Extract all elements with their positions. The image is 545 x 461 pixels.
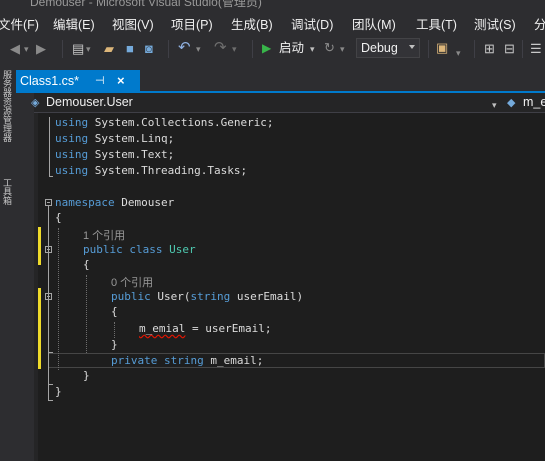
outline-end — [48, 352, 53, 353]
field-icon: ◆ — [507, 97, 516, 109]
outline-end — [49, 176, 53, 177]
left-tool-strip: 服务器资源管理器 工具箱 — [0, 64, 12, 461]
format-document-icon[interactable]: ⊞ — [484, 42, 495, 56]
save-all-icon[interactable]: ◙ — [145, 42, 153, 56]
standard-toolbar: ◀ ▾ ▶ ▤ ▾ ▰ ■ ◙ ↶ ▾ ↷ ▾ ▶ 启动 ▾ ↻ ▾ Debug… — [0, 34, 545, 64]
menu-file[interactable]: 文件(F) — [0, 14, 39, 33]
code-line: using System.Threading.Tasks; — [55, 164, 248, 177]
undo-dropdown-icon[interactable]: ▾ — [196, 42, 201, 56]
outline-end — [48, 400, 53, 401]
collapse-class-icon[interactable] — [45, 246, 52, 253]
toolbar-separator — [168, 40, 169, 58]
code-line: { — [111, 305, 118, 318]
code-line: m_emial = userEmail; — [139, 322, 272, 335]
code-line: using System.Text; — [55, 148, 175, 161]
outline-end — [48, 384, 53, 385]
panel-gutter — [12, 64, 34, 461]
indicator-margin — [34, 113, 38, 461]
code-line: private string m_email; — [111, 354, 264, 367]
document-tab-strip: Class1.cs* ⊣ × — [12, 64, 545, 91]
class-icon: ◈ — [31, 97, 40, 109]
new-project-icon[interactable]: ▤ — [72, 42, 84, 56]
member-dropdown[interactable]: m_e — [523, 95, 545, 109]
error-identifier: m_emial — [139, 322, 186, 335]
code-line: } — [55, 385, 62, 398]
back-icon[interactable]: ◀ — [10, 42, 20, 56]
toolbar-separator — [62, 40, 63, 58]
outline-line — [49, 117, 50, 177]
code-line: namespace Demouser — [55, 196, 175, 209]
outline-line — [48, 206, 49, 401]
change-bar — [38, 288, 41, 369]
navigation-bar: ◈ Demouser.User ▾ ◆ m_e — [31, 93, 545, 113]
code-line: } — [83, 369, 90, 382]
save-icon[interactable]: ■ — [126, 42, 134, 56]
tab-class1-cs[interactable]: Class1.cs* ⊣ × — [16, 70, 140, 91]
pin-icon[interactable]: ⊣ — [95, 74, 105, 87]
menu-tools[interactable]: 工具(T) — [416, 14, 457, 33]
menu-project[interactable]: 项目(P) — [171, 14, 213, 33]
collapse-constructor-icon[interactable] — [45, 293, 52, 300]
forward-icon[interactable]: ▶ — [36, 42, 46, 56]
back-dropdown-icon[interactable]: ▾ — [24, 42, 29, 56]
menu-bar: 文件(F) 编辑(E) 视图(V) 项目(P) 生成(B) 调试(D) 团队(M… — [0, 10, 545, 34]
chevron-down-icon[interactable]: ▾ — [492, 98, 497, 112]
tab-label: Class1.cs* — [20, 74, 80, 88]
menu-test[interactable]: 测试(S) — [474, 14, 516, 33]
menu-analyze[interactable]: 分 — [534, 14, 545, 33]
toolbar-separator — [428, 40, 429, 58]
type-dropdown[interactable]: Demouser.User — [46, 95, 133, 109]
solution-configuration-select[interactable]: Debug — [356, 38, 420, 58]
open-folder-icon[interactable]: ▰ — [104, 42, 114, 56]
undo-icon[interactable]: ↶ — [178, 40, 191, 55]
toolbar-separator — [522, 40, 523, 58]
chevron-down-icon — [409, 45, 415, 49]
collapse-namespace-icon[interactable] — [45, 199, 52, 206]
refresh-icon[interactable]: ↻ — [324, 41, 335, 55]
server-explorer-tab[interactable]: 服务器资源管理器 — [0, 70, 12, 142]
close-icon[interactable]: × — [117, 73, 125, 88]
find-in-files-icon[interactable]: ▣ — [436, 41, 448, 55]
toolbar-separator — [252, 40, 253, 58]
code-line: { — [83, 258, 90, 271]
format-selection-icon[interactable]: ⊟ — [504, 42, 515, 56]
find-dropdown-icon[interactable]: ▾ — [456, 46, 461, 60]
codelens-references[interactable]: 1 个引用 — [83, 227, 125, 243]
toolbar-separator — [474, 40, 475, 58]
new-project-dropdown-icon[interactable]: ▾ — [86, 42, 91, 56]
toolbox-tab[interactable]: 工具箱 — [0, 178, 12, 205]
start-dropdown-icon[interactable]: ▾ — [310, 42, 315, 56]
configuration-value: Debug — [361, 41, 398, 55]
comment-icon[interactable]: ☰ — [530, 42, 542, 56]
start-button-label[interactable]: 启动 — [279, 41, 304, 55]
start-icon[interactable]: ▶ — [262, 41, 271, 55]
code-line: } — [111, 338, 118, 351]
menu-build[interactable]: 生成(B) — [231, 14, 273, 33]
menu-debug[interactable]: 调试(D) — [291, 14, 333, 33]
menu-view[interactable]: 视图(V) — [112, 14, 154, 33]
redo-icon[interactable]: ↷ — [214, 40, 227, 55]
code-line: using System.Linq; — [55, 132, 175, 145]
redo-dropdown-icon[interactable]: ▾ — [232, 42, 237, 56]
indent-guide — [114, 322, 115, 338]
code-line: { — [55, 211, 62, 224]
change-bar — [38, 227, 41, 265]
menu-edit[interactable]: 编辑(E) — [53, 14, 95, 33]
codelens-references[interactable]: 0 个引用 — [111, 274, 153, 290]
title-bar: Demouser - Microsoft Visual Studio(管理员) — [0, 0, 545, 10]
indent-guide — [58, 228, 59, 370]
code-line: public User(string userEmail) — [111, 290, 304, 303]
refresh-dropdown-icon[interactable]: ▾ — [340, 42, 345, 56]
menu-team[interactable]: 团队(M) — [352, 14, 396, 33]
code-line: public class User — [83, 243, 196, 256]
code-line: using System.Collections.Generic; — [55, 116, 274, 129]
window-title: Demouser - Microsoft Visual Studio(管理员) — [30, 0, 262, 9]
indent-guide — [86, 275, 87, 353]
